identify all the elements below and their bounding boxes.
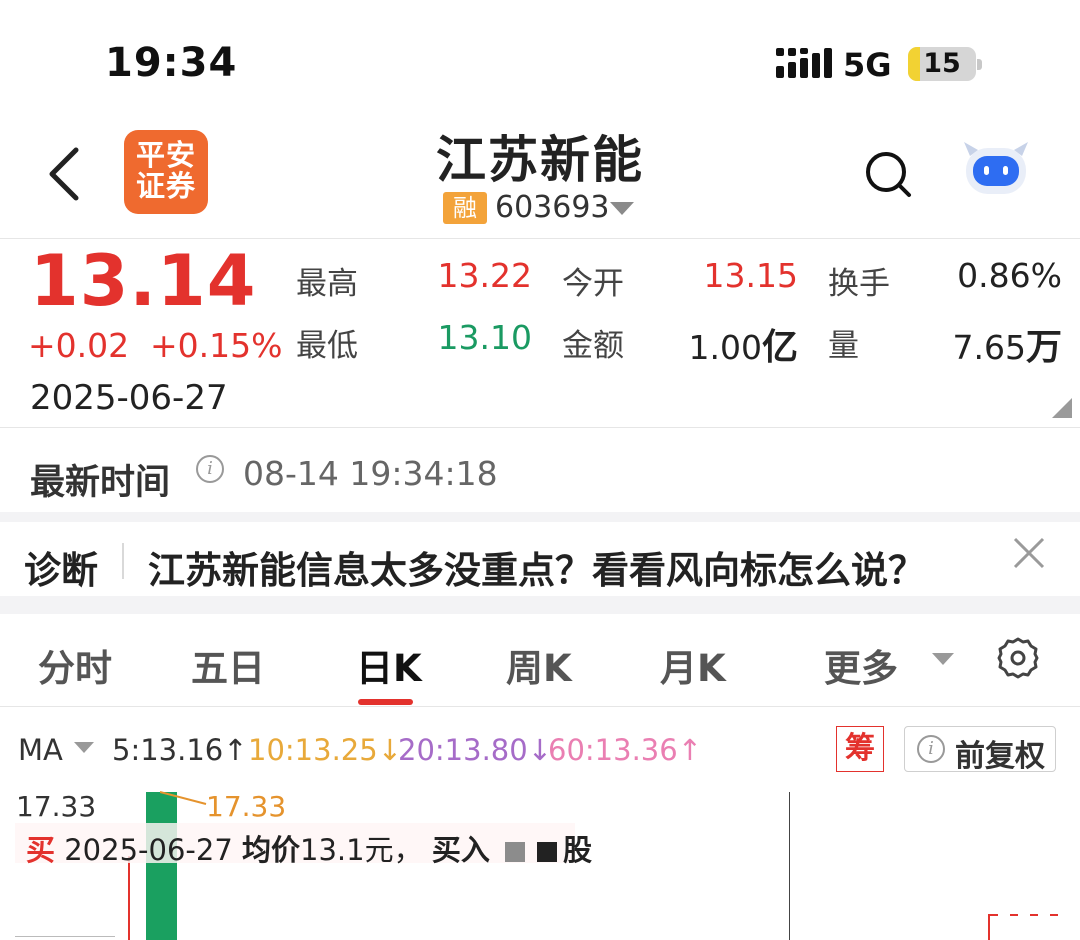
ma60-value: 60:13.36↑ [548,733,702,767]
status-time: 19:34 [105,40,238,86]
current-price: 13.14 [30,240,257,322]
low-value: 13.10 [437,318,532,357]
amount-number: 1.00 [688,328,762,367]
chart-high-value: 17.33 [16,790,97,823]
divider [0,706,1080,707]
high-label: 最高 [296,266,358,302]
signal-strength-icon [776,48,832,78]
buy-marker: 买 [26,833,56,867]
ma-label[interactable]: MA [18,733,63,767]
redacted-block [505,842,526,862]
diagnosis-link[interactable]: 江苏新能信息太多没重点？看看风向标怎么说？ [148,540,925,594]
chevron-down-icon[interactable] [74,742,94,753]
tab-intraday[interactable]: 分时 [38,638,112,692]
section-spacer [0,596,1080,614]
chevron-down-icon[interactable] [610,202,634,215]
turnover-label: 换手 [828,266,890,302]
active-tab-indicator [358,699,413,705]
tab-monthly-k[interactable]: 月K [660,638,726,692]
expand-corner-icon[interactable] [1052,398,1072,418]
margin-badge: 融 [443,192,487,224]
latest-time-label: 最新时间 [30,463,171,503]
ma10-value: 10:13.25↓ [248,733,402,767]
gear-icon[interactable] [996,636,1040,680]
buy-action: 买入 [431,833,490,867]
chart-axis-line [15,936,115,937]
ma5-value: 5:13.16↑ [112,733,248,767]
search-icon[interactable] [864,150,912,198]
divider [0,238,1080,239]
battery-level: 15 [923,48,961,79]
trade-date: 2025-06-27 [64,833,233,867]
volume-number: 7.65 [952,328,1026,367]
stock-code[interactable]: 603693 [495,190,610,225]
peak-leader-line [160,791,207,805]
trade-tip[interactable]: 买 2025-06-27 均价13.1元， 买入 股 [26,827,592,869]
candle-red [988,914,990,940]
stock-name[interactable]: 江苏新能 [0,120,1080,192]
battery-tip [977,59,982,70]
price-change-percent: +0.15% [150,326,283,365]
open-label: 今开 [562,266,624,302]
tab-weekly-k[interactable]: 周K [506,638,572,692]
turnover-value: 0.86% [957,256,1062,295]
volume-unit: 万 [1025,327,1062,368]
amount-value: 1.00亿 [660,318,799,370]
network-type: 5G [843,46,892,84]
quote-date: 2025-06-27 [30,378,228,418]
latest-time-value: 08-14 19:34:18 [243,454,498,493]
info-icon[interactable]: i [196,455,224,483]
ma20-value: 20:13.80↓ [398,733,552,767]
section-spacer [0,512,1080,522]
open-value: 13.15 [703,256,798,295]
diagnosis-title: 诊断 [24,549,98,592]
amount-unit: 亿 [761,327,798,368]
volume-label: 量 [828,328,859,364]
tab-more[interactable]: 更多 [824,638,898,692]
chip-distribution-button[interactable]: 筹 [836,726,884,772]
price-dashed-line [990,914,1070,916]
info-icon: i [917,735,945,763]
adjust-price-label: 前复权 [955,739,1045,774]
price-change: +0.02 [28,326,130,365]
amount-label: 金额 [562,328,624,364]
volume-value: 7.65万 [920,318,1063,370]
high-value: 13.22 [437,256,532,295]
avg-price-label: 均价 [242,833,301,867]
low-label: 最低 [296,328,358,364]
divider [0,427,1080,428]
adjust-price-button[interactable]: i 前复权 [904,726,1056,774]
robot-assistant-icon[interactable] [960,136,1032,198]
chevron-down-icon[interactable] [932,653,954,665]
shares-suffix: 股 [563,833,593,867]
avg-price-value: 13.1元， [300,833,423,867]
diagnosis-separator [122,543,124,579]
peak-price-label: 17.33 [206,790,287,823]
battery-icon: 15 [908,47,976,81]
close-icon[interactable] [1012,536,1046,570]
crosshair-line [789,792,790,940]
tab-daily-k[interactable]: 日K [356,638,422,692]
tab-five-day[interactable]: 五日 [191,638,265,692]
redacted-block [537,842,558,862]
